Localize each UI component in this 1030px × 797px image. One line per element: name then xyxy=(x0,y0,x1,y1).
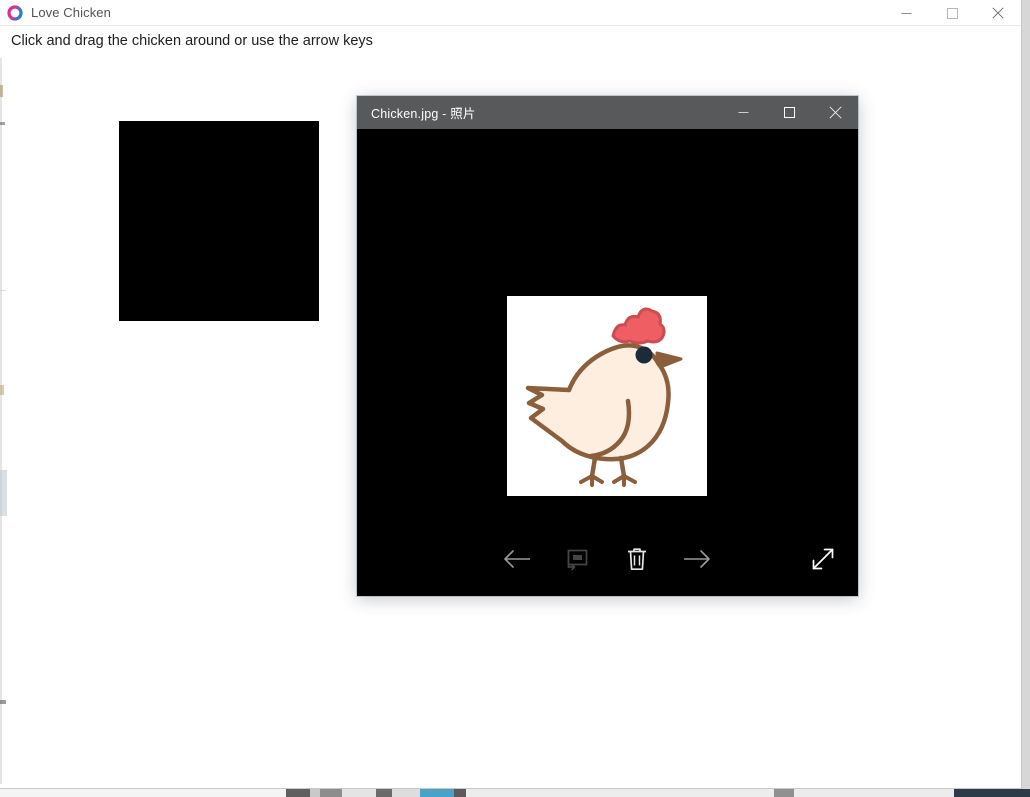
app-maximize-button[interactable] xyxy=(929,0,975,26)
fullscreen-expand-icon[interactable] xyxy=(801,533,845,585)
photos-viewer-window: Chicken.jpg - 照片 xyxy=(357,96,858,596)
trash-icon xyxy=(628,548,646,571)
background-artifact xyxy=(0,700,6,704)
taskbar-segment xyxy=(0,789,286,797)
chicken-illustration xyxy=(507,296,707,496)
background-window-edge xyxy=(0,58,2,784)
taskbar-segment xyxy=(310,789,320,797)
background-artifact xyxy=(0,290,6,291)
slideshow-screen-icon xyxy=(567,549,588,571)
photos-minimize-button[interactable] xyxy=(720,96,766,129)
photos-title-bar[interactable]: Chicken.jpg - 照片 xyxy=(357,96,858,129)
background-artifact xyxy=(0,85,3,97)
photos-toolbar xyxy=(357,533,858,585)
close-icon xyxy=(828,106,842,119)
close-icon xyxy=(992,7,1004,19)
app-window-controls xyxy=(883,0,1021,26)
photos-title-text: Chicken.jpg - 照片 xyxy=(371,107,476,121)
photo-canvas xyxy=(357,129,858,596)
next-arrow-icon[interactable] xyxy=(675,533,719,585)
app-title-text: Love Chicken xyxy=(31,5,111,20)
chicken-sprite[interactable] xyxy=(119,121,319,321)
taskbar-segment xyxy=(320,789,342,797)
taskbar-segment xyxy=(286,789,310,797)
taskbar-segment xyxy=(794,789,954,797)
photos-close-button[interactable] xyxy=(812,96,858,129)
background-artifact xyxy=(0,470,7,516)
taskbar-segment xyxy=(342,789,376,797)
app-close-button[interactable] xyxy=(975,0,1021,26)
app-title-bar[interactable]: Love Chicken xyxy=(0,0,1021,26)
minimize-icon xyxy=(901,12,911,14)
taskbar-sliver[interactable] xyxy=(0,789,1030,797)
background-artifact xyxy=(0,385,4,395)
taskbar-segment xyxy=(392,789,420,797)
previous-arrow-icon[interactable] xyxy=(495,533,539,585)
taskbar-segment xyxy=(774,789,794,797)
delete-trash-icon[interactable] xyxy=(615,533,659,585)
taskbar-segment-active xyxy=(420,789,454,797)
arrow-left-icon xyxy=(504,550,530,568)
photos-maximize-button[interactable] xyxy=(766,96,812,129)
chicken-photo[interactable] xyxy=(507,296,707,496)
app-minimize-button[interactable] xyxy=(883,0,929,26)
taskbar-segment xyxy=(454,789,466,797)
background-artifact xyxy=(0,122,5,125)
minimize-icon xyxy=(738,112,748,113)
slideshow-icon[interactable] xyxy=(555,533,599,585)
photos-window-controls xyxy=(720,96,858,129)
maximize-icon xyxy=(946,7,958,19)
taskbar-segment xyxy=(466,789,774,797)
maximize-icon xyxy=(783,107,795,118)
taskbar-segment-tray xyxy=(954,789,1030,797)
instruction-text: Click and drag the chicken around or use… xyxy=(11,33,373,49)
expand-diagonal-icon xyxy=(812,548,834,570)
arrow-right-icon xyxy=(684,550,710,568)
love-chicken-ring-icon xyxy=(7,4,23,21)
taskbar-segment xyxy=(376,789,392,797)
